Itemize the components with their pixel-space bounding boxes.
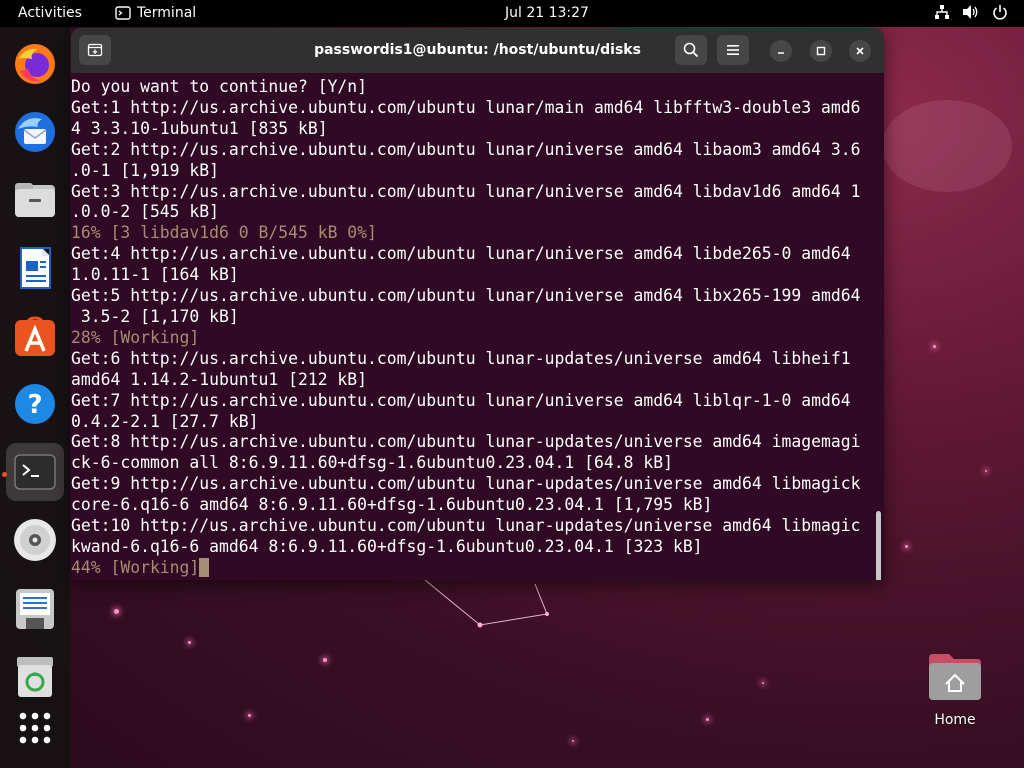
terminal-line: amd64 1.14.2-1ubuntu1 [212 kB]	[71, 369, 368, 389]
wallpaper-star	[572, 740, 574, 742]
terminal-line: Get:1 http://us.archive.ubuntu.com/ubunt…	[71, 97, 861, 117]
terminal-line: 0.4.2-2.1 [27.7 kB]	[71, 411, 259, 431]
terminal-scrollbar[interactable]	[876, 511, 881, 580]
minimize-button[interactable]	[770, 40, 792, 62]
top-bar: Activities Terminal Jul 21 13:27	[0, 0, 1024, 27]
help-icon: ?	[15, 384, 55, 424]
terminal-line: Get:7 http://us.archive.ubuntu.com/ubunt…	[71, 390, 851, 410]
window-title: passwordis1@ubuntu: /host/ubuntu/disks	[314, 42, 641, 58]
firefox-icon	[15, 44, 55, 84]
terminal-line: ck-6-common all 8:6.9.11.60+dfsg-1.6ubun…	[71, 453, 673, 473]
dock-disc[interactable]	[6, 511, 64, 569]
wallpaper-star	[323, 658, 327, 662]
activities-button[interactable]: Activities	[18, 5, 82, 21]
terminal-line: 1.0.11-1 [164 kB]	[71, 265, 239, 285]
current-progress-line: 44% [Working]	[71, 557, 884, 579]
dock-firefox[interactable]	[6, 35, 64, 93]
terminal-output[interactable]: Do you want to continue? [Y/n] Get:1 htt…	[71, 73, 884, 580]
search-icon	[683, 42, 699, 58]
system-tray[interactable]	[934, 4, 1008, 20]
title-bar[interactable]: passwordis1@ubuntu: /host/ubuntu/disks	[71, 28, 884, 73]
terminal-line: 4 3.3.10-1ubuntu1 [835 kB]	[71, 118, 328, 138]
terminal-line: Get:8 http://us.archive.ubuntu.com/ubunt…	[71, 432, 861, 452]
home-folder-icon	[929, 654, 981, 700]
new-tab-button[interactable]	[79, 35, 111, 65]
clock[interactable]: Jul 21 13:27	[505, 5, 589, 21]
wallpaper-star	[985, 470, 987, 472]
volume-icon	[963, 5, 978, 19]
dock-terminal[interactable]	[6, 443, 64, 501]
dock-help[interactable]: ?	[6, 375, 64, 433]
power-icon	[993, 5, 1007, 20]
thunderbird-icon	[15, 112, 55, 152]
home-label: Home	[934, 712, 976, 728]
wallpaper-star	[188, 641, 191, 644]
terminal-window[interactable]: passwordis1@ubuntu: /host/ubuntu/disks D…	[71, 28, 884, 580]
dock-files[interactable]	[6, 171, 64, 229]
minimize-icon	[778, 52, 784, 54]
dock-writer[interactable]	[6, 239, 64, 297]
terminal-line: 3.5-2 [1,170 kB]	[71, 306, 239, 326]
app-grid-icon	[19, 712, 51, 744]
dock: ?	[0, 27, 70, 768]
desktop-home-icon[interactable]: Home	[920, 652, 990, 728]
terminal-line: .0.0-2 [545 kB]	[71, 202, 220, 222]
dock-text-editor[interactable]	[6, 579, 64, 637]
progress-line: 28% [Working]	[71, 327, 200, 347]
terminal-cursor	[199, 557, 210, 577]
maximize-icon	[816, 46, 826, 56]
disc-icon	[14, 519, 56, 561]
terminal-line: Get:4 http://us.archive.ubuntu.com/ubunt…	[71, 244, 851, 264]
wallpaper-star	[114, 609, 119, 614]
trash-icon	[17, 657, 53, 697]
maximize-button[interactable]	[810, 40, 832, 62]
dock-thunderbird[interactable]	[6, 103, 64, 161]
terminal-line: Get:10 http://us.archive.ubuntu.com/ubun…	[71, 516, 861, 536]
files-icon	[15, 183, 55, 217]
show-applications-button[interactable]	[6, 699, 64, 757]
wallpaper-star	[706, 718, 709, 721]
terminal-line: Get:3 http://us.archive.ubuntu.com/ubunt…	[71, 181, 861, 201]
terminal-line: core-6.q16-6 amd64 8:6.9.11.60+dfsg-1.6u…	[71, 495, 713, 515]
terminal-icon	[14, 454, 56, 490]
terminal-line: Get:9 http://us.archive.ubuntu.com/ubunt…	[71, 474, 861, 494]
terminal-line: Get:6 http://us.archive.ubuntu.com/ubunt…	[71, 348, 851, 368]
wallpaper-star	[905, 545, 908, 548]
current-progress-text: 44% [Working]	[71, 557, 200, 577]
terminal-line: Get:5 http://us.archive.ubuntu.com/ubunt…	[71, 286, 861, 306]
dock-trash[interactable]	[6, 647, 64, 705]
svg-text:?: ?	[27, 390, 42, 420]
new-tab-icon	[87, 43, 103, 57]
terminal-line: Do you want to continue? [Y/n]	[71, 77, 368, 96]
search-button[interactable]	[675, 35, 707, 65]
hamburger-icon	[727, 45, 739, 55]
software-icon	[15, 316, 55, 356]
close-icon	[856, 47, 864, 55]
terminal-line: Get:2 http://us.archive.ubuntu.com/ubunt…	[71, 139, 861, 159]
network-icon	[935, 5, 949, 19]
progress-line: 16% [3 libdav1d6 0 B/545 kB 0%]	[71, 223, 377, 243]
terminal-app-icon	[115, 6, 131, 20]
app-menu[interactable]: Terminal	[115, 5, 196, 21]
menu-button[interactable]	[717, 35, 749, 65]
app-menu-label: Terminal	[137, 5, 197, 21]
terminal-line: kwand-6.q16-6 amd64 8:6.9.11.60+dfsg-1.6…	[71, 536, 703, 556]
terminal-line: .0-1 [1,919 kB]	[71, 160, 220, 180]
text-editor-icon	[16, 589, 54, 629]
wallpaper-star	[248, 714, 251, 717]
wallpaper-star	[762, 682, 764, 684]
wallpaper-star	[933, 345, 936, 348]
dock-software[interactable]	[6, 307, 64, 365]
wallpaper-moon	[882, 100, 1012, 192]
close-button[interactable]	[849, 40, 871, 62]
running-indicator	[2, 472, 7, 477]
writer-icon	[20, 247, 51, 289]
